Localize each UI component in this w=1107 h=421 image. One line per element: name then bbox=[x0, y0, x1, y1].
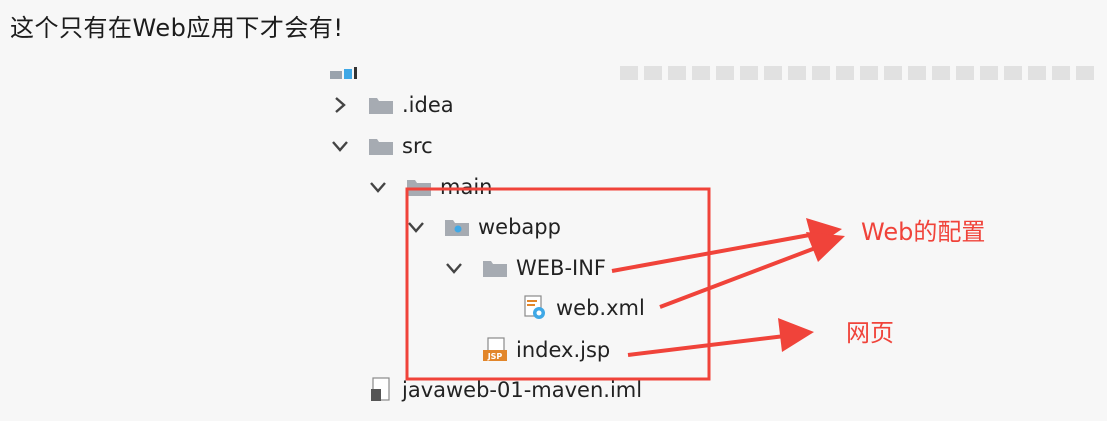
screenshot-page: 这个只有在Web应用下才会有! .idea src main webapp WE… bbox=[0, 0, 1107, 421]
annotation-overlay bbox=[405, 187, 845, 381]
annotation-web-page: 网页 bbox=[846, 319, 894, 347]
arrow-web-inf-to-config bbox=[611, 218, 842, 273]
annotation-web-config: Web的配置 bbox=[861, 218, 986, 246]
arrow-web-xml-to-config bbox=[659, 232, 845, 309]
arrow-index-jsp-to-page bbox=[627, 318, 814, 357]
